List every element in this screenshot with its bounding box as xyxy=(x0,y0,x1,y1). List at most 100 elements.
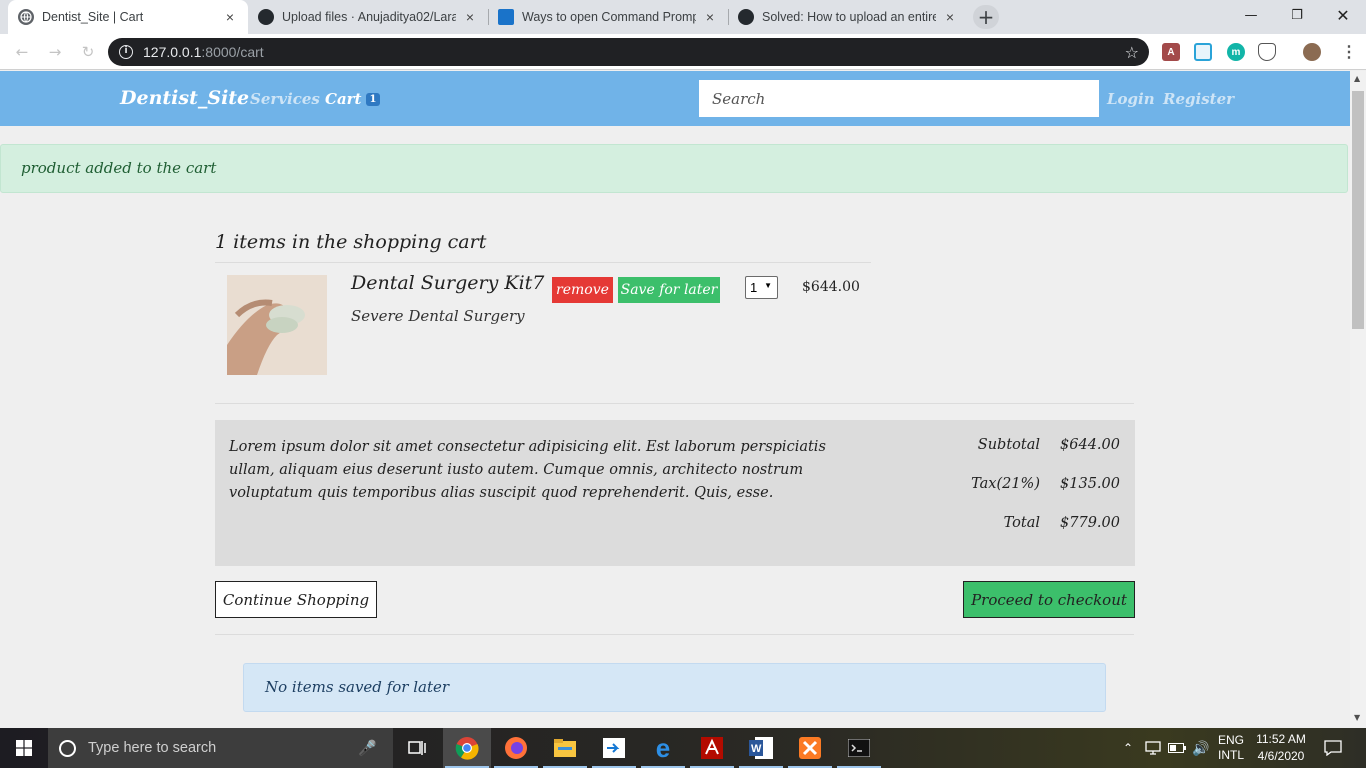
screen-share-extension-icon[interactable] xyxy=(1194,43,1212,61)
total-value: $779.00 xyxy=(1060,515,1120,531)
tab-command-prompt[interactable]: Ways to open Command Prompt × xyxy=(488,0,728,34)
back-icon[interactable]: ← xyxy=(12,42,32,62)
windows-report-icon xyxy=(498,9,514,25)
volume-icon[interactable]: 🔊 xyxy=(1190,728,1212,768)
checkout-button[interactable]: Proceed to checkout xyxy=(963,581,1135,618)
quantity-value: 1 xyxy=(750,280,758,295)
tab-close-icon[interactable]: × xyxy=(462,9,478,25)
restore-icon[interactable]: ❐ xyxy=(1274,0,1320,30)
site-info-icon[interactable]: i xyxy=(119,45,133,59)
github-icon xyxy=(258,9,274,25)
forward-icon[interactable]: → xyxy=(45,42,65,62)
subtotal-value: $644.00 xyxy=(1060,437,1120,453)
cmd-icon[interactable] xyxy=(835,728,883,768)
product-name[interactable]: Dental Surgery Kit7 xyxy=(351,272,544,294)
page-viewport: Dentist_Site Services Cart 1 Search Login… xyxy=(0,71,1350,728)
edge-icon[interactable]: e xyxy=(639,728,687,768)
tab-close-icon[interactable]: × xyxy=(702,9,718,25)
clock[interactable]: 11:52 AM 4/6/2020 xyxy=(1252,728,1310,768)
nav-cart[interactable]: Cart 1 xyxy=(325,90,381,108)
chrome-icon[interactable] xyxy=(443,728,491,768)
acrobat-extension-icon[interactable]: A xyxy=(1162,43,1180,61)
tab-dentist-site-cart[interactable]: Dentist_Site | Cart × xyxy=(8,0,248,34)
product-price: $644.00 xyxy=(802,279,860,295)
tab-upload-files[interactable]: Upload files · Anujaditya02/Larav × xyxy=(248,0,488,34)
scrollbar-thumb[interactable] xyxy=(1352,91,1364,329)
menu-kebab-icon[interactable]: ⋮ xyxy=(1340,43,1358,61)
nav-cart-label: Cart xyxy=(325,90,362,108)
xampp-icon[interactable] xyxy=(786,728,834,768)
url-text: 127.0.0.1:8000/cart xyxy=(143,44,264,60)
tax-label: Tax(21%) xyxy=(971,476,1040,492)
nav-register[interactable]: Register xyxy=(1163,90,1234,108)
word-icon[interactable]: W xyxy=(737,728,785,768)
close-window-icon[interactable]: ✕ xyxy=(1320,0,1366,30)
tab-close-icon[interactable]: × xyxy=(222,9,238,25)
tab-title: Ways to open Command Prompt xyxy=(522,10,696,24)
svg-text:W: W xyxy=(751,743,762,755)
chevron-down-icon: ▼ xyxy=(764,281,772,290)
action-center-icon[interactable] xyxy=(1318,728,1348,768)
divider xyxy=(215,634,1134,635)
browser-toolbar: ← → ↻ i 127.0.0.1:8000/cart ☆ A m ⋮ xyxy=(0,34,1366,70)
shield-extension-icon[interactable] xyxy=(1258,43,1276,61)
divider xyxy=(215,403,1134,404)
new-tab-button[interactable]: + xyxy=(973,5,999,29)
divider xyxy=(215,262,871,263)
product-description: Severe Dental Surgery xyxy=(351,307,525,325)
task-view-icon[interactable] xyxy=(393,728,441,768)
summary-text: Lorem ipsum dolor sit amet consectetur a… xyxy=(229,439,826,501)
tax-value: $135.00 xyxy=(1060,476,1120,492)
bookmark-star-icon[interactable]: ☆ xyxy=(1125,43,1139,62)
taskbar-search-placeholder: Type here to search xyxy=(88,740,217,756)
clock-time: 11:52 AM xyxy=(1256,732,1306,746)
scroll-up-icon[interactable]: ▲ xyxy=(1354,74,1360,83)
mendeley-extension-icon[interactable]: m xyxy=(1227,43,1245,61)
taskbar-search-box[interactable]: Type here to search 🎤 xyxy=(48,728,393,768)
browser-tab-strip: Dentist_Site | Cart × Upload files · Anu… xyxy=(0,0,1366,34)
save-for-later-button[interactable]: Save for later xyxy=(618,277,720,303)
saved-for-later-alert: No items saved for later xyxy=(243,663,1106,712)
mail-icon[interactable] xyxy=(590,728,638,768)
show-hidden-icons-chevron[interactable]: ⌃ xyxy=(1118,728,1138,768)
site-brand[interactable]: Dentist_Site xyxy=(120,87,249,109)
minimize-icon[interactable]: — xyxy=(1228,0,1274,30)
firefox-icon[interactable] xyxy=(492,728,540,768)
continue-shopping-button[interactable]: Continue Shopping xyxy=(215,581,377,618)
globe-icon xyxy=(18,9,34,25)
flash-success-alert: product added to the cart xyxy=(0,144,1348,193)
remove-button[interactable]: remove xyxy=(552,277,613,303)
url-path: :8000/cart xyxy=(201,44,264,60)
site-navbar: Dentist_Site Services Cart 1 Search Login… xyxy=(0,71,1350,126)
tab-close-icon[interactable]: × xyxy=(942,9,958,25)
windows-start-icon[interactable] xyxy=(0,728,48,768)
product-image[interactable] xyxy=(227,275,327,375)
nav-services[interactable]: Services xyxy=(250,90,320,108)
tab-solved-upload[interactable]: Solved: How to upload an entire × xyxy=(728,0,968,34)
battery-icon[interactable] xyxy=(1166,728,1188,768)
keyboard-layout: INTL xyxy=(1217,748,1244,762)
network-icon[interactable] xyxy=(1142,728,1164,768)
tab-title: Upload files · Anujaditya02/Larav xyxy=(282,10,456,24)
microphone-icon[interactable]: 🎤 xyxy=(358,739,377,757)
cortana-icon xyxy=(59,739,76,757)
url-host: 127.0.0.1 xyxy=(143,44,202,60)
nav-login[interactable]: Login xyxy=(1107,90,1155,108)
cart-heading: 1 items in the shopping cart xyxy=(215,231,487,253)
file-explorer-icon[interactable] xyxy=(541,728,589,768)
acrobat-icon[interactable] xyxy=(688,728,736,768)
github-icon xyxy=(738,9,754,25)
input-language-indicator[interactable]: ENG INTL xyxy=(1213,728,1249,768)
page-scrollbar[interactable]: ▲ ▼ xyxy=(1350,71,1366,728)
search-input[interactable]: Search xyxy=(699,80,1099,117)
quantity-select[interactable]: 1 ▼ xyxy=(745,276,778,299)
address-bar[interactable]: i 127.0.0.1:8000/cart ☆ xyxy=(108,38,1149,66)
tab-title: Solved: How to upload an entire xyxy=(762,10,936,24)
profile-avatar[interactable] xyxy=(1303,43,1321,61)
windows-taskbar: Type here to search 🎤 e W ⌃ 🔊 ENG INTL 1… xyxy=(0,728,1366,768)
scroll-down-icon[interactable]: ▼ xyxy=(1354,713,1360,722)
cart-summary: Lorem ipsum dolor sit amet consectetur a… xyxy=(215,420,1135,566)
tab-title: Dentist_Site | Cart xyxy=(42,10,144,24)
subtotal-label: Subtotal xyxy=(977,437,1040,453)
reload-icon[interactable]: ↻ xyxy=(78,42,98,62)
